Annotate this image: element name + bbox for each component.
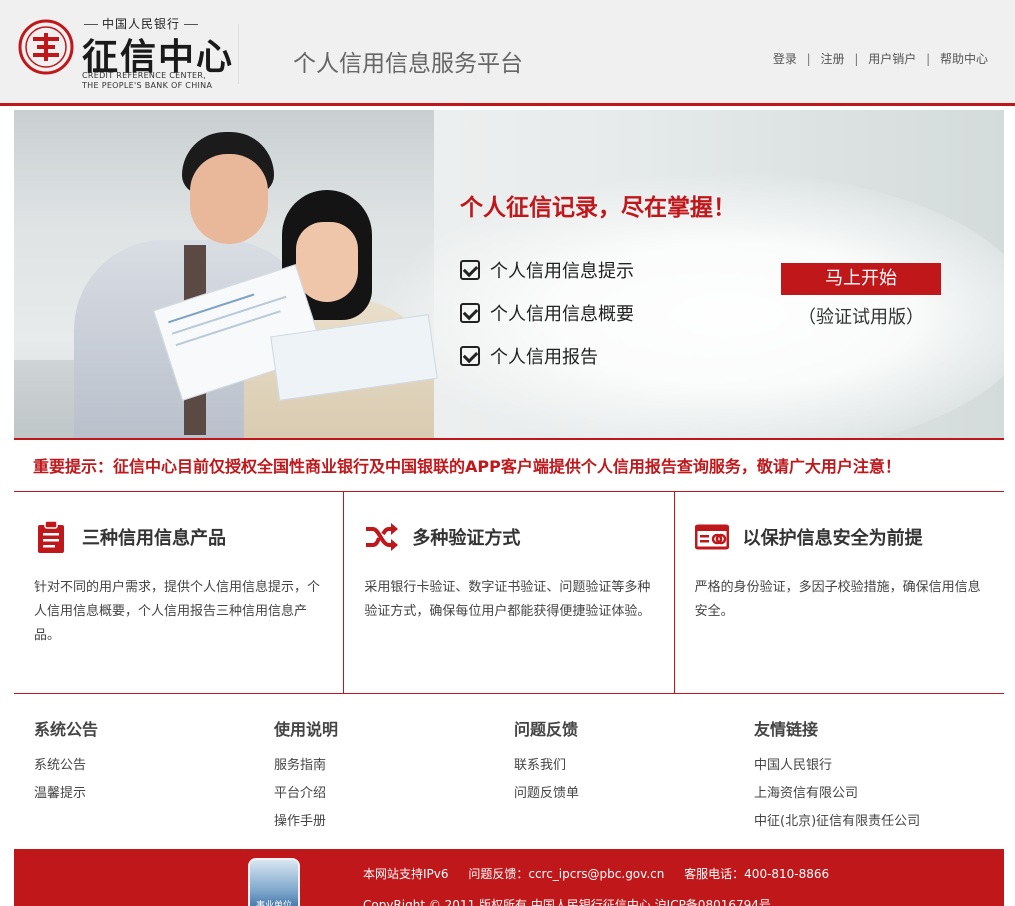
feedback-email: 问题反馈：ccrc_ipcrs@pbc.gov.cn	[468, 867, 665, 881]
feature-title: 多种验证方式	[412, 528, 521, 549]
feature-description: 采用银行卡验证、数字证书验证、问题验证等多种验证方式，确保每位用户都能获得便捷验…	[364, 580, 651, 619]
banner-feature-list: 个人信用信息提示 个人信用信息概要 个人信用报告	[460, 248, 634, 377]
feature-products: 三种信用信息产品 针对不同的用户需求，提供个人信用信息提示，个人信用信息概要，个…	[14, 492, 343, 693]
feature-title: 以保护信息安全为前提	[742, 528, 923, 549]
public-institution-badge-icon[interactable]: 事业单位	[248, 858, 300, 906]
banner-feature-item: 个人信用信息概要	[460, 291, 634, 334]
top-nav: 登录 | 注册 | 用户销户 | 帮助中心	[773, 50, 988, 67]
start-now-button[interactable]: 马上开始	[781, 263, 941, 295]
platform-title: 个人信用信息服务平台	[293, 51, 523, 77]
deregister-link[interactable]: 用户销户	[868, 52, 916, 66]
logo-english: CREDIT REFERENCE CENTER, THE PEOPLE'S BA…	[82, 71, 212, 91]
register-link[interactable]: 注册	[821, 52, 845, 66]
footer-links: 系统公告 系统公告 温馨提示 使用说明 服务指南 平台介绍 操作手册 问题反馈 …	[14, 694, 1004, 848]
link-pboc[interactable]: 中国人民银行	[754, 752, 994, 780]
id-card-icon	[694, 524, 729, 550]
links-heading: 使用说明	[274, 720, 339, 739]
links-feedback: 问题反馈 联系我们 问题反馈单	[514, 694, 754, 848]
nav-separator: |	[806, 52, 811, 66]
hero-banner: 个人征信记录，尽在掌握！ 个人信用信息提示 个人信用信息概要 个人信用报告 马上…	[14, 110, 1004, 438]
banner-feature-label: 个人信用信息概要	[490, 303, 634, 325]
links-heading: 友情链接	[754, 720, 819, 739]
copyright: CopyRight © 2011 版权所有 中国人民银行征信中心 沪ICP备08…	[363, 898, 771, 906]
service-hotline: 客服电话：400-810-8866	[684, 867, 830, 881]
links-heading: 问题反馈	[514, 720, 579, 739]
links-announcements: 系统公告 系统公告 温馨提示	[34, 694, 274, 848]
feature-verification: 多种验证方式 采用银行卡验证、数字证书验证、问题验证等多种验证方式，确保每位用户…	[343, 492, 673, 693]
feature-title: 三种信用信息产品	[82, 528, 226, 549]
footer-info: 本网站支持IPv6 问题反馈：ccrc_ipcrs@pbc.gov.cn 客服电…	[363, 865, 845, 882]
nav-separator: |	[926, 52, 931, 66]
important-notice: 重要提示：征信中心目前仅授权全国性商业银行及中国银联的APP客户端提供个人信用报…	[14, 438, 1004, 492]
links-usage: 使用说明 服务指南 平台介绍 操作手册	[274, 694, 514, 848]
help-center-link[interactable]: 帮助中心	[940, 52, 988, 66]
link-shanghai-credit[interactable]: 上海资信有限公司	[754, 780, 994, 808]
checkbox-checked-icon	[460, 302, 480, 323]
banner-man-face	[190, 154, 268, 244]
banner-feature-label: 个人信用报告	[490, 346, 598, 368]
logo-english-line1: CREDIT REFERENCE CENTER,	[82, 71, 207, 80]
badge-label: 事业单位	[255, 901, 292, 906]
link-user-manual[interactable]: 操作手册	[274, 808, 514, 836]
pboc-seal-icon	[18, 19, 74, 75]
banner-feature-label: 个人信用信息提示	[490, 260, 634, 282]
feature-description: 针对不同的用户需求，提供个人信用信息提示，个人信用信息概要，个人信用报告三种信用…	[34, 580, 321, 643]
shuffle-icon	[366, 523, 399, 551]
banner-woman-face	[296, 222, 358, 302]
header-divider	[238, 24, 239, 84]
checkbox-checked-icon	[460, 345, 480, 366]
checkbox-checked-icon	[460, 259, 480, 280]
links-heading: 系统公告	[34, 720, 99, 739]
banner-feature-item: 个人信用信息提示	[460, 248, 634, 291]
feature-head: 多种验证方式	[364, 520, 653, 554]
feature-columns: 三种信用信息产品 针对不同的用户需求，提供个人信用信息提示，个人信用信息概要，个…	[14, 492, 1004, 694]
banner-feature-item: 个人信用报告	[460, 334, 634, 377]
link-system-announcement[interactable]: 系统公告	[34, 752, 274, 780]
link-zhongzheng-beijing[interactable]: 中征(北京)征信有限责任公司	[754, 808, 994, 836]
nav-separator: |	[854, 52, 859, 66]
link-warm-tips[interactable]: 温馨提示	[34, 780, 274, 808]
link-contact-us[interactable]: 联系我们	[514, 752, 754, 780]
feature-security: 以保护信息安全为前提 严格的身份验证，多因子校验措施，确保信用信息安全。	[673, 492, 1004, 693]
links-friends: 友情链接 中国人民银行 上海资信有限公司 中征(北京)征信有限责任公司	[754, 694, 994, 848]
ipv6-support: 本网站支持IPv6	[363, 867, 449, 881]
link-service-guide[interactable]: 服务指南	[274, 752, 514, 780]
feature-head: 三种信用信息产品	[34, 520, 323, 554]
feature-description: 严格的身份验证，多因子校验措施，确保信用信息安全。	[694, 580, 981, 619]
link-feedback-form[interactable]: 问题反馈单	[514, 780, 754, 808]
site-footer: 事业单位 本网站支持IPv6 问题反馈：ccrc_ipcrs@pbc.gov.c…	[14, 849, 1004, 906]
site-header: 中国人民银行 征信中心 CREDIT REFERENCE CENTER, THE…	[0, 0, 1015, 106]
feature-head: 以保护信息安全为前提	[694, 520, 984, 554]
link-platform-intro[interactable]: 平台介绍	[274, 780, 514, 808]
trial-version-note: （验证试用版）	[798, 307, 924, 328]
clipboard-icon	[38, 520, 64, 553]
logo-english-line2: THE PEOPLE'S BANK OF CHINA	[82, 81, 213, 90]
login-link[interactable]: 登录	[773, 52, 797, 66]
banner-slogan: 个人征信记录，尽在掌握！	[460, 195, 736, 221]
